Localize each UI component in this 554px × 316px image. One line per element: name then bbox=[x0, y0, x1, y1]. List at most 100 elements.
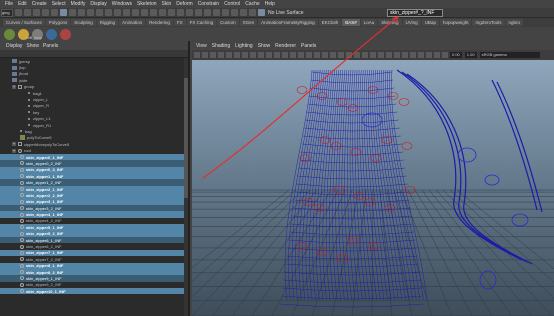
outliner-row[interactable]: skin_zipper10_1_INF bbox=[0, 288, 188, 295]
viewport-tool-icon[interactable] bbox=[354, 52, 360, 58]
viewport-menu-shading[interactable]: Shading bbox=[212, 43, 230, 49]
viewport-tool-icon[interactable] bbox=[290, 52, 296, 58]
shelf-tab[interactable]: Skinning bbox=[378, 19, 402, 26]
shelf-tab[interactable]: Custom bbox=[217, 19, 239, 26]
render-settings-icon[interactable] bbox=[240, 9, 247, 16]
viewport-tool-icon[interactable] bbox=[234, 52, 240, 58]
menu-item-file[interactable]: File bbox=[5, 1, 13, 7]
open-scene-icon[interactable] bbox=[24, 9, 31, 16]
shelf-tab[interactable]: Animation bbox=[119, 19, 146, 26]
shelf-tab[interactable]: UBap bbox=[421, 19, 439, 26]
history-icon[interactable] bbox=[213, 9, 220, 16]
viewport-tool-icon[interactable] bbox=[346, 52, 352, 58]
mask-deform-icon[interactable] bbox=[114, 9, 121, 16]
outliner-scrollbar[interactable] bbox=[184, 58, 188, 316]
outliner-menu-display[interactable]: Display bbox=[6, 43, 22, 49]
undo-icon[interactable] bbox=[42, 9, 49, 16]
mask-surfaces-icon[interactable] bbox=[105, 9, 112, 16]
viewport-tool-icon[interactable] bbox=[378, 52, 384, 58]
menu-item-deform[interactable]: Deform bbox=[176, 1, 192, 7]
menu-item-create[interactable]: Create bbox=[32, 1, 47, 7]
outliner-menu-panels[interactable]: Panels bbox=[43, 43, 58, 49]
viewport-tool-icon[interactable] bbox=[386, 52, 392, 58]
viewport-tool-icon[interactable] bbox=[442, 52, 448, 58]
menu-item-constrain[interactable]: Constrain bbox=[198, 1, 219, 7]
select-component-icon[interactable] bbox=[78, 9, 85, 16]
shelf-tab[interactable]: LoAu bbox=[360, 19, 378, 26]
menu-item-windows[interactable]: Windows bbox=[112, 1, 132, 7]
select-object-icon[interactable] bbox=[69, 9, 76, 16]
viewport-tool-icon[interactable] bbox=[338, 52, 344, 58]
shelf-tab[interactable]: AnimationFrameByRigging bbox=[258, 19, 318, 26]
mask-dynamics-icon[interactable] bbox=[123, 9, 130, 16]
render-icon[interactable] bbox=[222, 9, 229, 16]
name-search-input[interactable]: skin_zipper#_?_INF bbox=[387, 9, 443, 17]
viewport-tool-icon[interactable] bbox=[258, 52, 264, 58]
viewport-menu-lighting[interactable]: Lighting bbox=[235, 43, 253, 49]
viewport-tool-icon[interactable] bbox=[194, 52, 200, 58]
snap-grid-icon[interactable] bbox=[168, 9, 175, 16]
viewport-tool-icon[interactable] bbox=[274, 52, 280, 58]
snap-curve-icon[interactable] bbox=[177, 9, 184, 16]
menu-item-edit[interactable]: Edit bbox=[18, 1, 27, 7]
menu-item-help[interactable]: Help bbox=[265, 1, 275, 7]
viewport-value-field[interactable]: 0.00 bbox=[450, 52, 462, 58]
outliner-menu-show[interactable]: Show bbox=[26, 43, 39, 49]
select-hierarchy-icon[interactable] bbox=[60, 9, 67, 16]
mask-render-icon[interactable] bbox=[132, 9, 139, 16]
outliner-search-input[interactable] bbox=[0, 50, 188, 58]
shelf-tab[interactable]: ngbro bbox=[505, 19, 524, 26]
make-live-icon[interactable] bbox=[204, 9, 211, 16]
viewport-tool-icon[interactable] bbox=[314, 52, 320, 58]
viewport-tool-icon[interactable] bbox=[418, 52, 424, 58]
menu-item-skeleton[interactable]: Skeleton bbox=[137, 1, 156, 7]
viewport-tool-icon[interactable] bbox=[282, 52, 288, 58]
menu-item-control[interactable]: Control bbox=[224, 1, 240, 7]
viewport-tool-icon[interactable] bbox=[210, 52, 216, 58]
viewport-tool-icon[interactable] bbox=[426, 52, 432, 58]
shelf-tool-icon[interactable] bbox=[46, 28, 57, 40]
viewport-tool-icon[interactable] bbox=[298, 52, 304, 58]
mask-misc-icon[interactable] bbox=[141, 9, 148, 16]
shelf-tab[interactable]: FX Caching bbox=[186, 19, 217, 26]
new-scene-icon[interactable] bbox=[15, 9, 22, 16]
menu-item-display[interactable]: Display bbox=[90, 1, 106, 7]
viewport-tool-icon[interactable] bbox=[410, 52, 416, 58]
menu-item-skin[interactable]: Skin bbox=[162, 1, 172, 7]
hypershade-icon[interactable] bbox=[249, 9, 256, 16]
scrollbar-thumb[interactable] bbox=[184, 78, 188, 198]
redo-icon[interactable] bbox=[51, 9, 58, 16]
shelf-tab[interactable]: Polygons bbox=[45, 19, 71, 26]
expand-toggle-icon[interactable]: + bbox=[12, 84, 16, 89]
expand-toggle-icon[interactable]: + bbox=[12, 142, 16, 147]
viewport-value-field[interactable]: 1.00 bbox=[464, 52, 477, 58]
color-space-dropdown[interactable]: sRGB gamma bbox=[479, 52, 540, 58]
shelf-tab[interactable]: FX bbox=[173, 19, 186, 26]
viewport-menu-view[interactable]: View bbox=[196, 43, 207, 49]
mask-curves-icon[interactable] bbox=[96, 9, 103, 16]
shelf-tab[interactable]: Curves / Surfaces bbox=[3, 19, 45, 26]
snap-point-icon[interactable] bbox=[186, 9, 193, 16]
shelf-tool-icon[interactable] bbox=[4, 28, 15, 40]
shelf-tab[interactable]: UVing bbox=[402, 19, 421, 26]
viewport-tool-icon[interactable] bbox=[306, 52, 312, 58]
viewport-tool-icon[interactable] bbox=[250, 52, 256, 58]
viewport-tool-icon[interactable] bbox=[394, 52, 400, 58]
viewport-tool-icon[interactable] bbox=[218, 52, 224, 58]
viewport-tool-icon[interactable] bbox=[242, 52, 248, 58]
shelf-tab[interactable]: XGen bbox=[239, 19, 258, 26]
lock-selection-icon[interactable] bbox=[150, 9, 157, 16]
shelf-tab[interactable]: hopupweight bbox=[439, 19, 472, 26]
viewport-tool-icon[interactable] bbox=[330, 52, 336, 58]
menu-item-select[interactable]: Select bbox=[52, 1, 66, 7]
viewport-tool-icon[interactable] bbox=[362, 52, 368, 58]
shelf-tool-icon[interactable] bbox=[60, 28, 71, 40]
shelf-tab[interactable]: EKCloth bbox=[318, 19, 342, 26]
expand-toggle-icon[interactable]: + bbox=[12, 148, 16, 153]
viewport-tool-icon[interactable] bbox=[434, 52, 440, 58]
viewport-menu-show[interactable]: Show bbox=[258, 43, 271, 49]
save-scene-icon[interactable] bbox=[33, 9, 40, 16]
viewport-menu-renderer[interactable]: Renderer bbox=[275, 43, 296, 49]
viewport-tool-icon[interactable] bbox=[226, 52, 232, 58]
ipr-render-icon[interactable] bbox=[231, 9, 238, 16]
